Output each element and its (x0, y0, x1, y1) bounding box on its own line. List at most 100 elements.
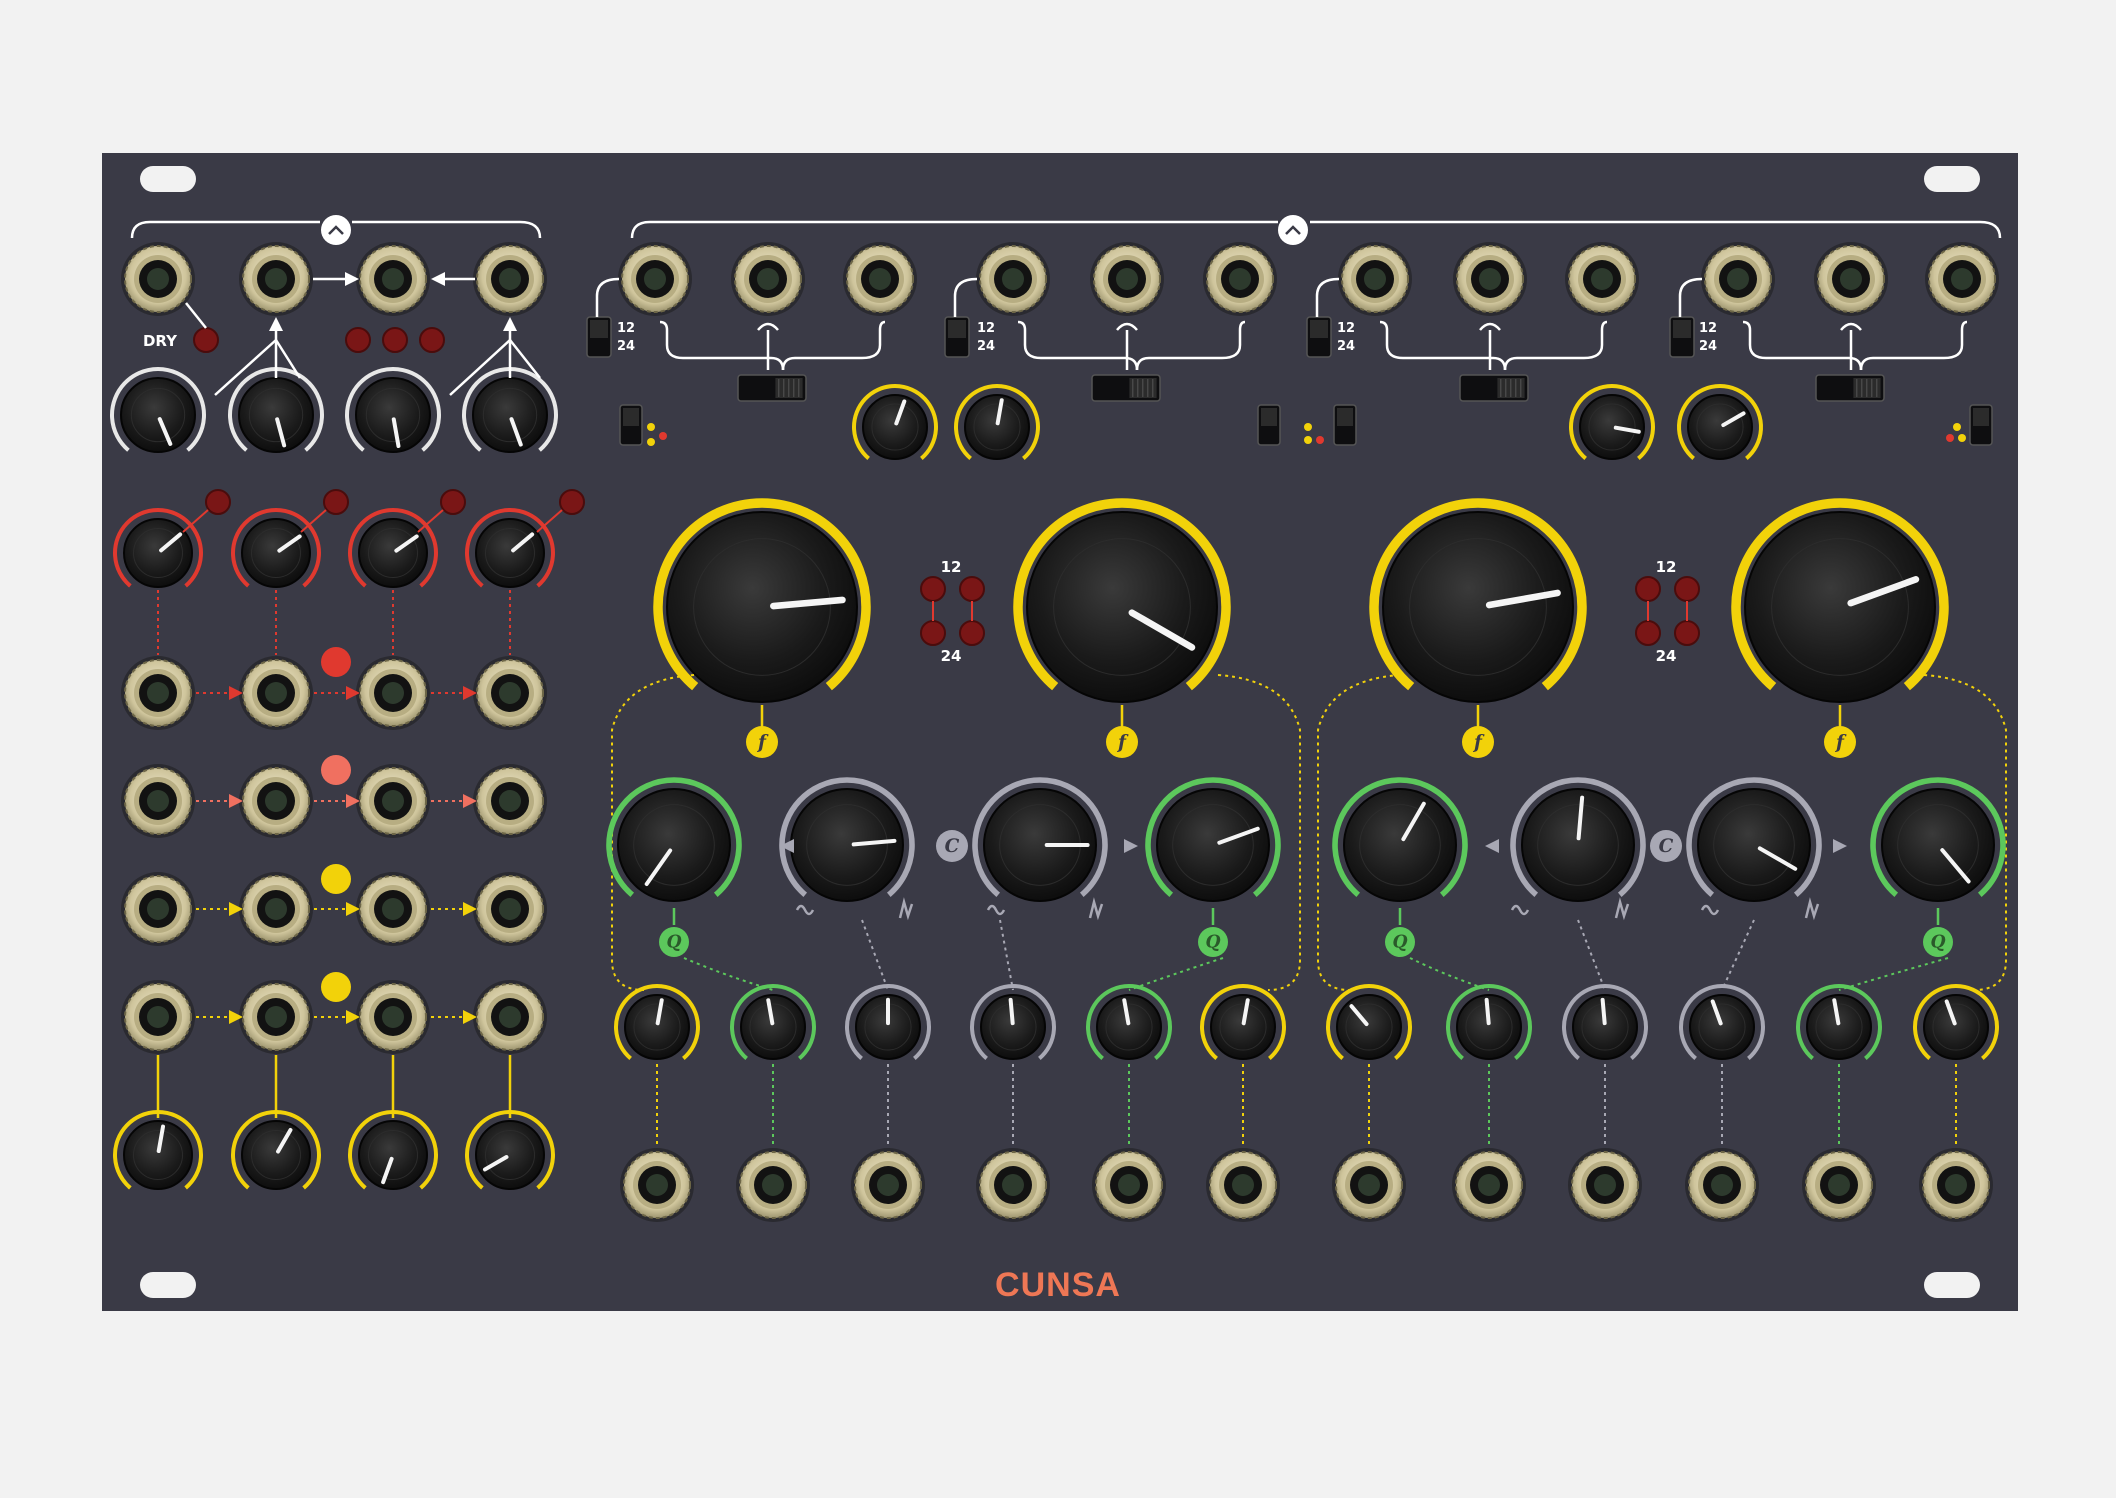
patch-jack[interactable] (851, 1148, 925, 1222)
brand-logo-text: CUNSA (995, 1266, 1121, 1304)
mount-hole (1924, 166, 1980, 192)
patch-jack[interactable] (731, 242, 805, 316)
toggle-switch[interactable] (1333, 404, 1357, 446)
symbol-letter: Q (1205, 933, 1220, 953)
patch-jack[interactable] (356, 242, 430, 316)
patch-jack[interactable] (1802, 1148, 1876, 1222)
slope-label-24: 24 (1699, 339, 1717, 354)
patch-jack[interactable] (356, 980, 430, 1054)
toggle-switch[interactable] (1815, 374, 1885, 402)
patch-jack[interactable] (976, 242, 1050, 316)
led-indicator (920, 576, 946, 602)
symbol-badge: f (746, 726, 778, 758)
patch-jack[interactable] (1090, 242, 1164, 316)
patch-jack[interactable] (1092, 1148, 1166, 1222)
patch-jack[interactable] (121, 242, 195, 316)
patch-jack[interactable] (1919, 1148, 1993, 1222)
patch-jack[interactable] (473, 242, 547, 316)
toggle-switch[interactable] (944, 316, 970, 358)
symbol-letter: Q (1392, 933, 1407, 953)
led-indicator (1674, 576, 1700, 602)
led-indicator (193, 327, 219, 353)
mount-hole (140, 166, 196, 192)
patch-jack[interactable] (239, 764, 313, 838)
patch-jack[interactable] (620, 1148, 694, 1222)
symbol-letter: Q (1930, 933, 1945, 953)
patch-jack[interactable] (121, 764, 195, 838)
symbol-badge: f (1106, 726, 1138, 758)
symbol-badge (321, 972, 351, 1002)
dry-label: DRY (143, 332, 178, 350)
symbol-badge: Q (1385, 927, 1415, 957)
symbol-badge: C (936, 830, 968, 862)
patch-jack[interactable] (1206, 1148, 1280, 1222)
symbol-letter: C (945, 836, 960, 857)
patch-jack[interactable] (1701, 242, 1775, 316)
patch-jack[interactable] (121, 980, 195, 1054)
slope-label-12: 12 (1337, 321, 1355, 336)
led-indicator (440, 489, 466, 515)
led-indicator (345, 327, 371, 353)
patch-jack[interactable] (1565, 242, 1639, 316)
slope-label-24: 24 (617, 339, 635, 354)
led-indicator (1635, 576, 1661, 602)
mount-hole (140, 1272, 196, 1298)
symbol-badge: f (1824, 726, 1856, 758)
chevron-up-icon (321, 215, 351, 245)
patch-jack[interactable] (239, 980, 313, 1054)
toggle-switch[interactable] (1306, 316, 1332, 358)
chevron-up-icon (1278, 215, 1308, 245)
patch-jack[interactable] (976, 1148, 1050, 1222)
slope-label-12: 12 (1699, 321, 1717, 336)
patch-jack[interactable] (473, 656, 547, 730)
patch-jack[interactable] (356, 764, 430, 838)
patch-jack[interactable] (239, 242, 313, 316)
eurorack-module-panel: DRY 12 24 12 24 12 24 12 24 12 24 12 24 … (102, 153, 2018, 1311)
patch-jack[interactable] (1814, 242, 1888, 316)
symbol-badge: f (1462, 726, 1494, 758)
symbol-badge: Q (659, 927, 689, 957)
symbol-badge (321, 755, 351, 785)
patch-jack[interactable] (1925, 242, 1999, 316)
patch-jack[interactable] (1203, 242, 1277, 316)
led-indicator (1635, 620, 1661, 646)
toggle-switch[interactable] (1969, 404, 1993, 446)
patch-jack[interactable] (356, 872, 430, 946)
patch-jack[interactable] (1452, 1148, 1526, 1222)
mount-hole (1924, 1272, 1980, 1298)
slope-label-12: 12 (617, 321, 635, 336)
patch-jack[interactable] (618, 242, 692, 316)
slope-label-12: 12 (977, 321, 995, 336)
toggle-switch[interactable] (737, 374, 807, 402)
led-indicator (920, 620, 946, 646)
patch-jack[interactable] (239, 872, 313, 946)
patch-jack[interactable] (1338, 242, 1412, 316)
patch-jack[interactable] (1685, 1148, 1759, 1222)
led-indicator (205, 489, 231, 515)
patch-jack[interactable] (473, 764, 547, 838)
symbol-badge: Q (1923, 927, 1953, 957)
toggle-switch[interactable] (1091, 374, 1161, 402)
patch-jack[interactable] (1332, 1148, 1406, 1222)
toggle-switch[interactable] (619, 404, 643, 446)
led-indicator (959, 576, 985, 602)
toggle-switch[interactable] (1459, 374, 1529, 402)
patch-jack[interactable] (1453, 242, 1527, 316)
toggle-switch[interactable] (1257, 404, 1281, 446)
patch-jack[interactable] (843, 242, 917, 316)
toggle-switch[interactable] (586, 316, 612, 358)
led-indicator (323, 489, 349, 515)
symbol-badge (321, 647, 351, 677)
led-indicator (382, 327, 408, 353)
patch-jack[interactable] (473, 872, 547, 946)
patch-jack[interactable] (239, 656, 313, 730)
toggle-switch[interactable] (1669, 316, 1695, 358)
patch-jack[interactable] (1568, 1148, 1642, 1222)
symbol-badge: Q (1198, 927, 1228, 957)
slope-indicator-12-left: 12 (941, 558, 962, 576)
patch-jack[interactable] (356, 656, 430, 730)
patch-jack[interactable] (736, 1148, 810, 1222)
patch-jack[interactable] (473, 980, 547, 1054)
patch-jack[interactable] (121, 656, 195, 730)
patch-jack[interactable] (121, 872, 195, 946)
